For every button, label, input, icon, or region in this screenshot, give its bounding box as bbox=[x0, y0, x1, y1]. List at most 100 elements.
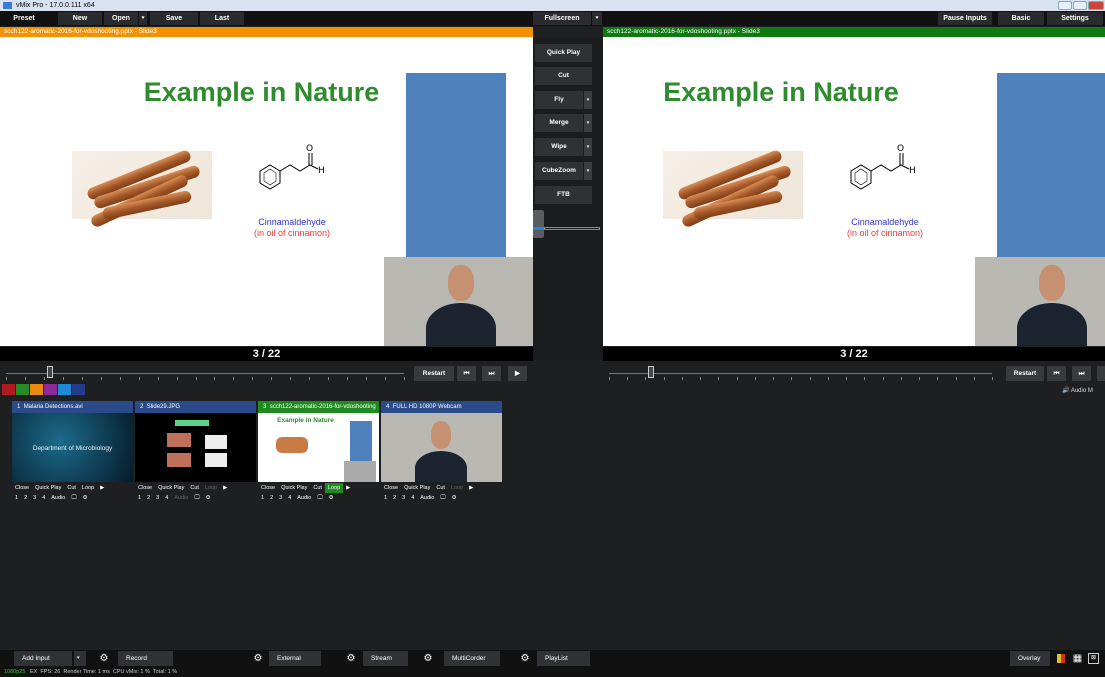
fullscreen-dropdown-icon[interactable]: ▾ bbox=[592, 12, 602, 25]
preset-button[interactable]: Preset bbox=[2, 12, 46, 25]
last-button[interactable]: Last bbox=[200, 12, 244, 25]
input-1-overlay-3-button[interactable]: 3 bbox=[30, 493, 39, 503]
preview-seek-handle[interactable] bbox=[46, 366, 53, 378]
input-2-cut-button[interactable]: Cut bbox=[187, 483, 202, 493]
stream-button[interactable]: Stream bbox=[363, 651, 408, 666]
input-1-play-icon[interactable]: ▶ bbox=[97, 483, 107, 493]
color-swatch[interactable] bbox=[72, 384, 85, 395]
output-prev-icon[interactable]: ⏮ bbox=[1047, 366, 1066, 381]
fly-button[interactable]: Fly bbox=[535, 91, 583, 109]
color-swatch[interactable] bbox=[44, 384, 57, 395]
input-4-header[interactable]: 4 FULL HD 1080P Webcam bbox=[381, 401, 502, 413]
t-bar-handle[interactable] bbox=[533, 210, 544, 238]
input-4-settings-gear-icon[interactable]: ⚙ bbox=[449, 493, 460, 503]
input-4-quick-play-button[interactable]: Quick Play bbox=[401, 483, 433, 493]
preview-prev-icon[interactable]: ⏮ bbox=[457, 366, 476, 381]
input-4-loop-button[interactable]: Loop bbox=[448, 483, 466, 493]
input-1-overlay-1-button[interactable]: 1 bbox=[12, 493, 21, 503]
input-1-thumbnail[interactable]: Department of Microbiology bbox=[12, 413, 133, 482]
input-2-loop-button[interactable]: Loop bbox=[202, 483, 220, 493]
add-input-dropdown-icon[interactable]: ▾ bbox=[74, 651, 86, 666]
input-4-monitor-icon[interactable]: 🖵 bbox=[437, 493, 448, 503]
input-4-overlay-3-button[interactable]: 3 bbox=[399, 493, 408, 503]
input-2-header[interactable]: 2 Slide29.JPG bbox=[135, 401, 256, 413]
input-2-settings-gear-icon[interactable]: ⚙ bbox=[203, 493, 214, 503]
preview-next-icon[interactable]: ⏭ bbox=[482, 366, 501, 381]
input-1-monitor-icon[interactable]: 🖵 bbox=[68, 493, 79, 503]
input-3-cut-button[interactable]: Cut bbox=[310, 483, 325, 493]
record-settings-gear-icon[interactable]: ⚙ bbox=[97, 651, 111, 666]
input-4-overlay-4-button[interactable]: 4 bbox=[408, 493, 417, 503]
input-3-overlay-4-button[interactable]: 4 bbox=[285, 493, 294, 503]
input-3-overlay-3-button[interactable]: 3 bbox=[276, 493, 285, 503]
input-4-close-button[interactable]: Close bbox=[381, 483, 401, 493]
input-4-cut-button[interactable]: Cut bbox=[433, 483, 448, 493]
output-next-icon[interactable]: ⏭ bbox=[1072, 366, 1091, 381]
input-2-overlay-2-button[interactable]: 2 bbox=[144, 493, 153, 503]
input-1-audio-button[interactable]: Audio bbox=[48, 493, 68, 503]
minimize-button[interactable] bbox=[1058, 1, 1072, 10]
audio-meter-icon[interactable] bbox=[1057, 654, 1065, 663]
playlist-button[interactable]: PlayList bbox=[537, 651, 590, 666]
input-2-overlay-4-button[interactable]: 4 bbox=[162, 493, 171, 503]
wipe-button[interactable]: Wipe bbox=[535, 138, 583, 156]
stream-settings-gear-icon[interactable]: ⚙ bbox=[344, 651, 358, 666]
color-swatch[interactable] bbox=[58, 384, 71, 395]
input-1-header[interactable]: 1 Malaria Detections.avi bbox=[12, 401, 133, 413]
cubezoom-button[interactable]: CubeZoom bbox=[535, 162, 583, 180]
maximize-button[interactable] bbox=[1073, 1, 1087, 10]
save-button[interactable]: Save bbox=[150, 12, 198, 25]
cut-button[interactable]: Cut bbox=[535, 67, 592, 85]
input-3-play-icon[interactable]: ▶ bbox=[343, 483, 353, 493]
input-3-audio-button[interactable]: Audio bbox=[294, 493, 314, 503]
input-4-audio-button[interactable]: Audio bbox=[417, 493, 437, 503]
input-2-audio-button[interactable]: Audio bbox=[171, 493, 191, 503]
output-restart-button[interactable]: Restart bbox=[1006, 366, 1044, 381]
preview-seek-bar[interactable] bbox=[0, 362, 410, 380]
input-4-play-icon[interactable]: ▶ bbox=[466, 483, 476, 493]
preview-restart-button[interactable]: Restart bbox=[414, 366, 454, 381]
input-3-overlay-1-button[interactable]: 1 bbox=[258, 493, 267, 503]
input-3-header[interactable]: 3 scch122-aromatic-2016-for-vdoshooting bbox=[258, 401, 379, 413]
t-bar-track[interactable] bbox=[544, 227, 600, 230]
ftb-button[interactable]: FTB bbox=[535, 186, 592, 204]
preview-screen[interactable]: Example in Nature O H Cinnamaldehyde (in… bbox=[0, 37, 533, 346]
screen-layout-icon[interactable]: ⊠ bbox=[1088, 653, 1099, 664]
input-3-overlay-2-button[interactable]: 2 bbox=[267, 493, 276, 503]
input-1-close-button[interactable]: Close bbox=[12, 483, 32, 493]
external-button[interactable]: External bbox=[269, 651, 321, 666]
color-swatch[interactable] bbox=[2, 384, 15, 395]
input-3-loop-button[interactable]: Loop bbox=[324, 483, 344, 493]
external-settings-gear-icon[interactable]: ⚙ bbox=[251, 651, 265, 666]
playlist-settings-gear-icon[interactable]: ⚙ bbox=[518, 651, 532, 666]
basic-button[interactable]: Basic bbox=[998, 12, 1044, 25]
input-4-overlay-1-button[interactable]: 1 bbox=[381, 493, 390, 503]
add-input-button[interactable]: Add Input bbox=[14, 651, 72, 666]
output-play-icon[interactable] bbox=[1097, 366, 1105, 381]
settings-button[interactable]: Settings bbox=[1047, 12, 1103, 25]
record-button[interactable]: Record bbox=[118, 651, 173, 666]
open-button[interactable]: Open bbox=[104, 12, 138, 25]
fullscreen-button[interactable]: Fullscreen bbox=[533, 12, 591, 25]
merge-button[interactable]: Merge bbox=[535, 114, 583, 132]
overlay-button[interactable]: Overlay bbox=[1010, 651, 1050, 666]
fly-dropdown-icon[interactable]: ▾ bbox=[584, 91, 592, 109]
multicorder-button[interactable]: MultiCorder bbox=[444, 651, 500, 666]
preview-play-icon[interactable]: ▶ bbox=[508, 366, 527, 381]
color-swatch[interactable] bbox=[16, 384, 29, 395]
wipe-dropdown-icon[interactable]: ▾ bbox=[584, 138, 592, 156]
close-window-button[interactable] bbox=[1088, 1, 1104, 10]
input-1-overlay-2-button[interactable]: 2 bbox=[21, 493, 30, 503]
input-2-play-icon[interactable]: ▶ bbox=[220, 483, 230, 493]
quick-play-button[interactable]: Quick Play bbox=[535, 44, 592, 62]
cubezoom-dropdown-icon[interactable]: ▾ bbox=[584, 162, 592, 180]
output-seek-handle[interactable] bbox=[648, 366, 655, 378]
new-button[interactable]: New bbox=[58, 12, 102, 25]
input-3-close-button[interactable]: Close bbox=[258, 483, 278, 493]
input-1-settings-gear-icon[interactable]: ⚙ bbox=[80, 493, 91, 503]
input-2-thumbnail[interactable] bbox=[135, 413, 256, 482]
input-1-overlay-4-button[interactable]: 4 bbox=[39, 493, 48, 503]
grid-layout-icon[interactable]: ▦ bbox=[1072, 653, 1083, 664]
multicorder-settings-gear-icon[interactable]: ⚙ bbox=[421, 651, 435, 666]
input-1-cut-button[interactable]: Cut bbox=[64, 483, 79, 493]
